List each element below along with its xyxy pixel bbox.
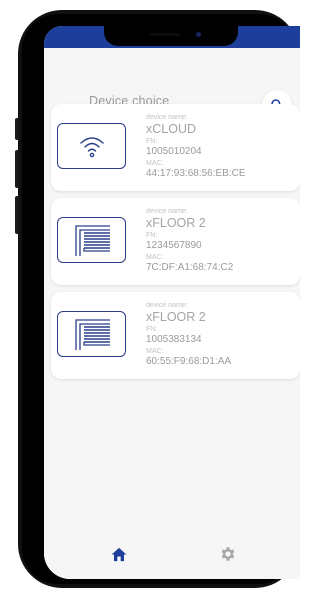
device-card[interactable]: device name: xCLOUD FN: 1005010204 MAC: … (51, 104, 300, 191)
device-name-label: device name: (146, 302, 188, 309)
mac-value: 7C:DF:A1:68:74:C2 (146, 262, 234, 273)
tab-settings[interactable] (215, 541, 241, 567)
mac-label: MAC: (146, 348, 164, 355)
camera-dot (196, 32, 201, 37)
mac-value: 60:55:F9:68:D1:AA (146, 356, 232, 367)
fn-value: 1234567890 (146, 240, 202, 251)
mac-value: 44:17:93:68:56:EB:CE (146, 168, 246, 179)
fn-value: 1005010204 (146, 146, 202, 157)
device-name: xCLOUD (146, 122, 197, 136)
fn-label: FN: (146, 326, 158, 333)
floor-heating-icon (74, 225, 110, 256)
device-thumbnail (57, 217, 126, 263)
device-name: xFLOOR 2 (146, 216, 206, 230)
fn-value: 1005383134 (146, 334, 202, 345)
notch (104, 26, 238, 46)
stage: Device choice device name: xCLOUD FN: 10… (0, 0, 300, 593)
tab-home[interactable] (106, 541, 132, 567)
phone-side-button (15, 150, 19, 188)
wifi-icon (79, 137, 104, 158)
device-card[interactable]: device name: xFLOOR 2 FN: 1234567890 MAC… (51, 198, 300, 285)
device-name-label: device name: (146, 114, 188, 121)
phone-side-button (15, 196, 19, 234)
fn-label: FN: (146, 232, 158, 239)
device-info: device name: xCLOUD FN: 1005010204 MAC: … (146, 114, 246, 182)
device-info: device name: xFLOOR 2 FN: 1005383134 MAC… (146, 302, 231, 370)
bottom-tab-bar (44, 531, 300, 579)
device-info: device name: xFLOOR 2 FN: 1234567890 MAC… (146, 208, 233, 276)
mac-label: MAC: (146, 254, 164, 261)
app-screen: Device choice device name: xCLOUD FN: 10… (44, 26, 300, 579)
device-thumbnail (57, 123, 126, 169)
device-thumbnail (57, 311, 126, 357)
device-name-label: device name: (146, 208, 188, 215)
phone-side-button (15, 118, 19, 140)
status-bar (44, 26, 300, 48)
mac-label: MAC: (146, 160, 164, 167)
device-name: xFLOOR 2 (146, 310, 206, 324)
gear-icon (221, 547, 235, 561)
speaker-grille (150, 33, 180, 36)
device-card[interactable]: device name: xFLOOR 2 FN: 1005383134 MAC… (51, 292, 300, 379)
fn-label: FN: (146, 138, 158, 145)
home-icon (111, 547, 127, 561)
floor-heating-icon (74, 319, 110, 350)
